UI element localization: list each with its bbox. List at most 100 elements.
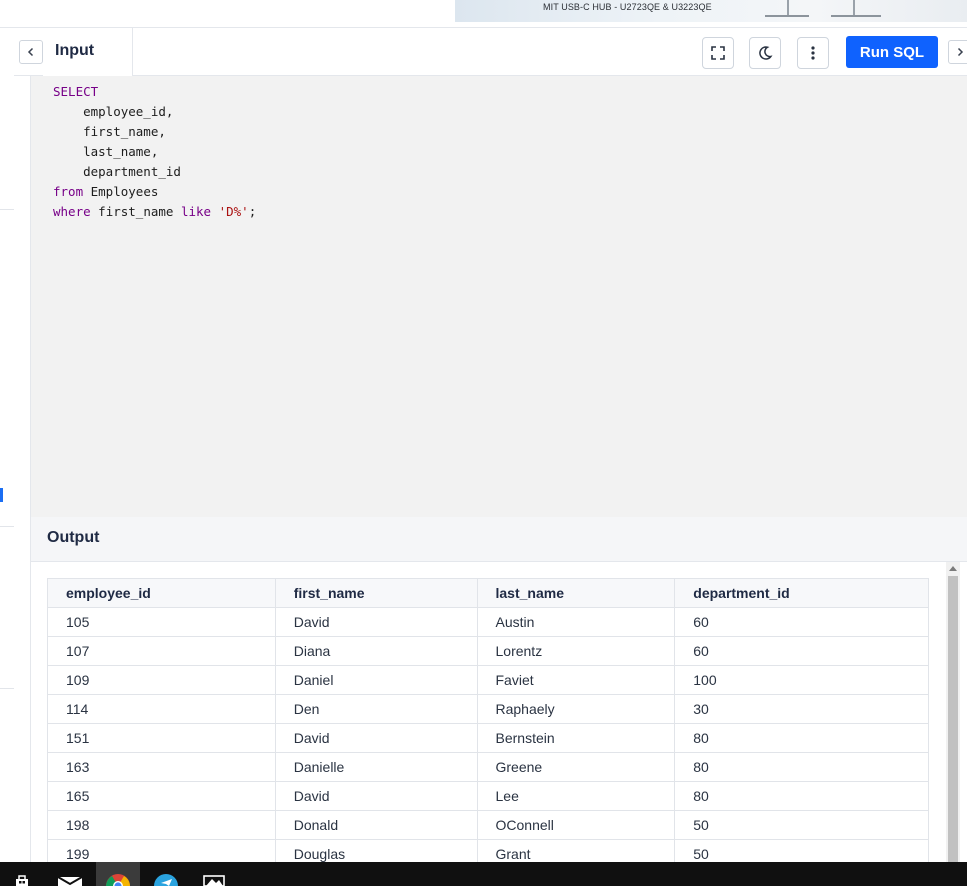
fullscreen-icon [711,46,725,60]
table-cell: David [274,607,478,637]
table-cell: 105 [47,607,276,637]
table-cell: Faviet [476,665,676,695]
code-text: first_name [90,204,181,219]
divider [0,526,14,527]
taskbar-store[interactable] [0,862,44,886]
code-line: first_name, [53,122,256,142]
output-panel: employee_id first_name last_name department… [31,562,967,869]
column-header-department-id[interactable]: department_id [674,578,929,608]
table-cell: OConnell [476,810,676,840]
moon-icon [759,46,773,60]
table-cell: 50 [674,810,929,840]
code-string: 'D%' [218,204,249,219]
table-cell: David [274,723,478,753]
code-line: department_id [53,162,256,182]
code-text: last_name, [53,144,159,159]
table-row: 107 Diana Lorentz 60 [47,636,929,666]
sql-editor[interactable]: SELECT employee_id, first_name, last_nam… [31,76,967,517]
code-keyword: like [180,204,212,219]
app-window: MIT USB-C HUB - U2723QE & U3223QE Input [0,0,967,886]
table-cell: 107 [47,636,276,666]
table-row: 109 Daniel Faviet 100 [47,665,929,695]
left-sidebar-edge [0,28,14,862]
column-header-last-name[interactable]: last_name [476,578,676,608]
table-cell: 109 [47,665,276,695]
fullscreen-button[interactable] [702,37,734,69]
expand-button[interactable] [948,40,967,64]
table-row: 163 Danielle Greene 80 [47,752,929,782]
table-cell: 30 [674,694,929,724]
table-cell: Greene [476,752,676,782]
taskbar-telegram[interactable] [144,862,188,886]
monitor-stand-graphic [787,0,789,16]
code-keyword: where [53,204,91,219]
table-row: 151 David Bernstein 80 [47,723,929,753]
table-row: 198 Donald OConnell 50 [47,810,929,840]
run-sql-button[interactable]: Run SQL [846,36,938,68]
divider [0,688,14,689]
taskbar-mail[interactable] [48,862,92,886]
column-header-employee-id[interactable]: employee_id [47,578,276,608]
table-header-row: employee_id first_name last_name department… [47,578,929,608]
more-options-button[interactable] [797,37,829,69]
table-cell: Diana [274,636,478,666]
table-cell: Raphaely [476,694,676,724]
table-cell: 80 [674,723,929,753]
table-cell: 80 [674,781,929,811]
chevron-left-icon [27,47,34,57]
os-taskbar [0,862,967,886]
table-cell: Donald [274,810,478,840]
output-header: Output [31,517,967,562]
scroll-up-arrow-icon[interactable] [949,566,957,571]
mail-icon [57,876,83,886]
taskbar-chrome[interactable] [96,862,140,886]
chevron-right-icon [957,47,964,57]
code-text: ; [248,204,257,219]
ad-banner-text: MIT USB-C HUB - U2723QE & U3223QE [543,2,712,12]
code-line: where first_name like 'D%'; [53,202,256,222]
divider [0,209,14,210]
table-cell: 151 [47,723,276,753]
table-row: 165 David Lee 80 [47,781,929,811]
code-line: SELECT [53,82,256,102]
code-text: employee_id, [53,104,174,119]
chrome-icon [106,874,130,886]
collapse-button[interactable] [19,40,43,64]
editor-header: Input Run SQL [14,28,967,76]
table-cell: Bernstein [476,723,676,753]
photos-icon [203,875,225,886]
table-cell: 163 [47,752,276,782]
store-icon [16,875,28,886]
theme-toggle-button[interactable] [749,37,781,69]
table-cell: 165 [47,781,276,811]
column-header-first-name[interactable]: first_name [274,578,478,608]
table-cell: 100 [674,665,929,695]
monitor-base-graphic [831,15,881,17]
monitor-stand-graphic [853,0,855,16]
result-table: employee_id first_name last_name department… [47,578,929,869]
code-line: from Employees [53,182,256,202]
code-text: department_id [53,164,181,179]
table-cell: 198 [47,810,276,840]
tab-input[interactable]: Input [43,28,133,76]
code-keyword: from [53,184,84,199]
output-scrollbar[interactable] [946,562,960,862]
table-cell: 60 [674,636,929,666]
ad-banner[interactable]: MIT USB-C HUB - U2723QE & U3223QE [455,0,967,22]
code-content: SELECT employee_id, first_name, last_nam… [53,82,256,222]
table-cell: Den [274,694,478,724]
table-cell: 80 [674,752,929,782]
table-cell: Austin [476,607,676,637]
code-keyword: SELECT [53,84,99,99]
table-row: 105 David Austin 60 [47,607,929,637]
tab-input-label: Input [55,42,95,59]
taskbar-photos[interactable] [192,862,236,886]
table-cell: Daniel [274,665,478,695]
scroll-thumb[interactable] [948,576,958,862]
table-cell: Danielle [274,752,478,782]
table-cell: Lorentz [476,636,676,666]
vertical-dots-icon [811,46,815,60]
monitor-base-graphic [765,15,809,17]
table-cell: 60 [674,607,929,637]
